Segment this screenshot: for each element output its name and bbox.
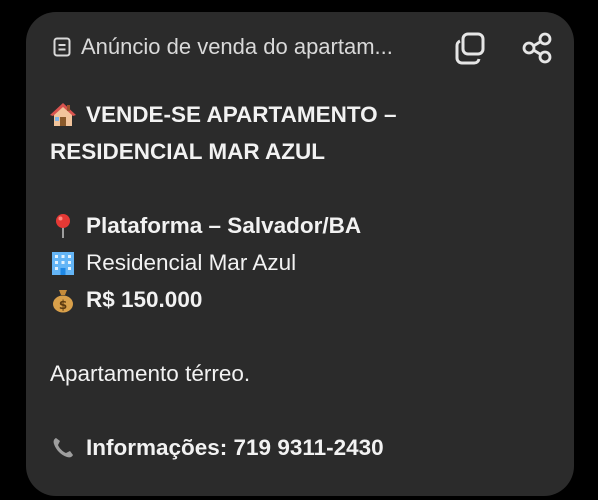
title-line-2-row: RESIDENCIAL MAR AZUL	[50, 133, 550, 170]
building-line: Residencial Mar Azul	[50, 244, 550, 281]
title-line-1: VENDE-SE APARTAMENTO –	[86, 101, 397, 127]
money-bag-icon: $	[53, 289, 73, 312]
share-icon	[522, 32, 552, 64]
title-line-2: RESIDENCIAL MAR AZUL	[50, 138, 325, 164]
house-icon	[50, 102, 76, 126]
contact-line: Informações: 719 9311-2430	[50, 429, 550, 466]
description-line: Apartamento térreo.	[50, 355, 550, 392]
svg-text:$: $	[59, 298, 67, 312]
building-icon	[52, 251, 74, 275]
description-text: Apartamento térreo.	[50, 360, 251, 386]
location-text: Plataforma – Salvador/BA	[86, 212, 362, 238]
contact-text: Informações: 719 9311-2430	[86, 434, 384, 460]
building-text: Residencial Mar Azul	[86, 249, 297, 275]
message-body: VENDE-SE APARTAMENTO – RESIDENCIAL MAR A…	[50, 96, 550, 466]
title-line: VENDE-SE APARTAMENTO –	[50, 96, 550, 133]
message-card: Anúncio de venda do apartam... VENDE-SE …	[26, 12, 574, 496]
pin-icon	[56, 213, 70, 238]
share-button[interactable]	[520, 30, 556, 66]
copy-button[interactable]	[452, 30, 488, 66]
price-text: R$ 150.000	[86, 286, 203, 312]
header-title: Anúncio de venda do apartam...	[81, 34, 393, 59]
copy-icon	[455, 32, 485, 65]
card-header: Anúncio de venda do apartam...	[26, 12, 574, 82]
document-icon	[53, 37, 71, 57]
location-line: Plataforma – Salvador/BA	[50, 207, 550, 244]
phone-icon	[53, 437, 73, 457]
price-line: $ R$ 150.000	[50, 281, 550, 318]
